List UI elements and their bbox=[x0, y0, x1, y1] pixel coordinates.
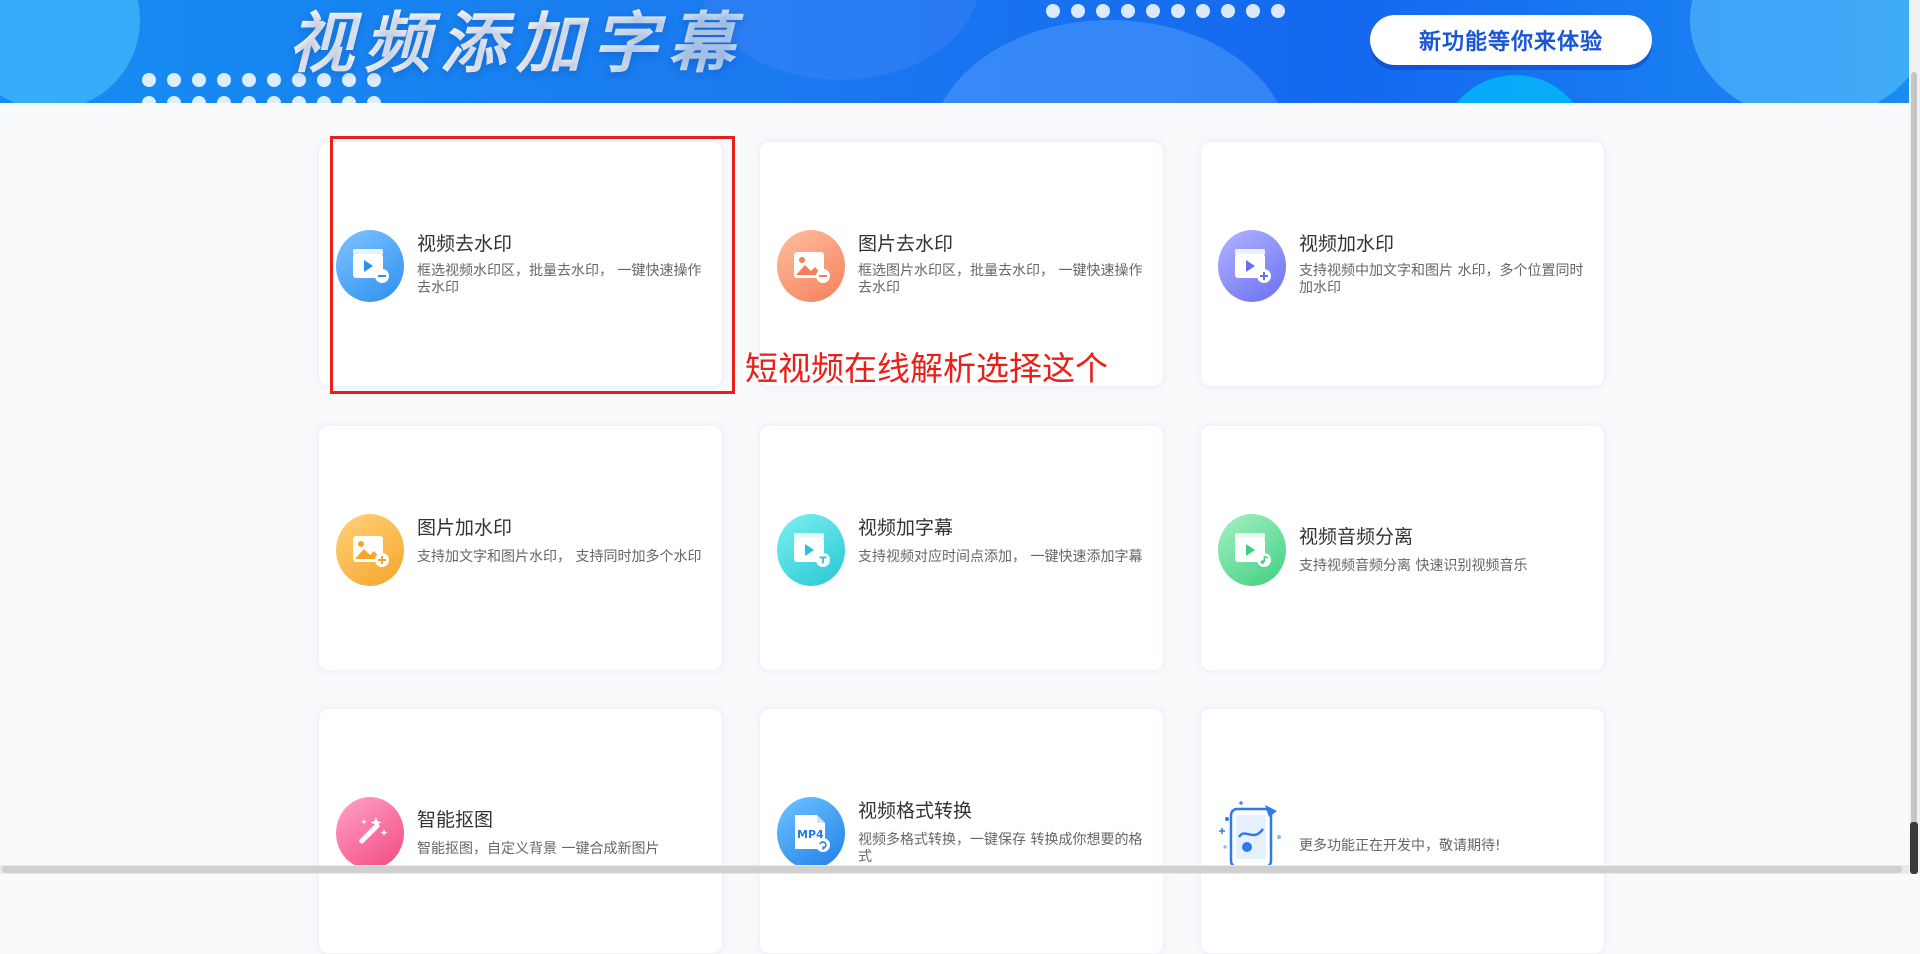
video-music-icon bbox=[1218, 514, 1286, 586]
banner-decor bbox=[0, 0, 140, 103]
mp4-file-icon: MP4 bbox=[777, 797, 845, 869]
card-description: 支持视频对应时间点添加， 一键快速添加字幕 bbox=[858, 549, 1143, 565]
banner-dots bbox=[142, 96, 381, 103]
video-plus-icon bbox=[1218, 230, 1286, 302]
banner-title: 视频添加字幕 bbox=[288, 2, 744, 86]
card-description: 框选视频水印区，批量去水印， 一键快速操作去水印 bbox=[417, 263, 702, 296]
image-plus-icon bbox=[336, 514, 404, 586]
try-new-feature-button[interactable]: 新功能等你来体验 bbox=[1370, 15, 1652, 65]
video-text-icon bbox=[777, 514, 845, 586]
horizontal-scrollbar[interactable] bbox=[0, 865, 1909, 874]
horizontal-scrollbar-thumb[interactable] bbox=[2, 866, 1902, 873]
card-video-format-convert[interactable]: MP4 视频格式转换 视频多格式转换，一键保存 转换成你想要的格式 bbox=[759, 708, 1164, 954]
video-minus-icon bbox=[336, 230, 404, 302]
card-image-add-watermark[interactable]: 图片加水印 支持加文字和图片水印， 支持同时加多个水印 bbox=[318, 425, 723, 671]
card-description: 框选图片水印区，批量去水印， 一键快速操作去水印 bbox=[858, 263, 1143, 296]
card-video-add-subtitle[interactable]: 视频加字幕 支持视频对应时间点添加， 一键快速添加字幕 bbox=[759, 425, 1164, 671]
card-description: 支持加文字和图片水印， 支持同时加多个水印 bbox=[417, 549, 702, 565]
banner-decor bbox=[1440, 75, 1590, 103]
scroll-handle[interactable] bbox=[1910, 822, 1918, 874]
vertical-scrollbar-thumb[interactable] bbox=[1911, 72, 1917, 842]
card-smart-cutout[interactable]: 智能抠图 智能抠图，自定义背景 一键合成新图片 bbox=[318, 708, 723, 954]
banner-dots bbox=[1046, 4, 1285, 18]
phone-illustration-icon bbox=[1217, 797, 1287, 873]
mp4-badge: MP4 bbox=[797, 828, 824, 841]
card-video-remove-watermark[interactable]: 视频去水印 框选视频水印区，批量去水印， 一键快速操作去水印 bbox=[318, 141, 723, 387]
card-title: 视频加水印 bbox=[1299, 233, 1395, 255]
card-title: 视频去水印 bbox=[417, 233, 513, 255]
top-banner: 视频添加字幕 新功能等你来体验 bbox=[0, 0, 1920, 103]
card-video-audio-split[interactable]: 视频音频分离 支持视频音频分离 快速识别视频音乐 bbox=[1200, 425, 1605, 671]
card-title: 图片加水印 bbox=[417, 517, 513, 539]
card-title: 图片去水印 bbox=[858, 233, 954, 255]
annotation-text: 短视频在线解析选择这个 bbox=[745, 349, 1108, 388]
vertical-scrollbar[interactable] bbox=[1909, 0, 1920, 874]
card-title: 视频音频分离 bbox=[1299, 526, 1414, 548]
card-description: 支持视频中加文字和图片 水印，多个位置同时加水印 bbox=[1299, 263, 1584, 296]
banner-decor bbox=[930, 20, 1290, 103]
card-title: 视频格式转换 bbox=[858, 800, 973, 822]
card-description: 支持视频音频分离 快速识别视频音乐 bbox=[1299, 558, 1528, 574]
card-description: 智能抠图，自定义背景 一键合成新图片 bbox=[417, 841, 660, 857]
image-minus-icon bbox=[777, 230, 845, 302]
card-title: 视频加字幕 bbox=[858, 517, 954, 539]
card-description: 视频多格式转换，一键保存 转换成你想要的格式 bbox=[858, 832, 1143, 865]
banner-decor bbox=[1690, 0, 1920, 103]
coming-soon-text: 更多功能正在开发中，敬请期待! bbox=[1299, 838, 1501, 854]
magic-wand-icon bbox=[336, 797, 404, 869]
card-video-add-watermark[interactable]: 视频加水印 支持视频中加文字和图片 水印，多个位置同时加水印 bbox=[1200, 141, 1605, 387]
card-more-features: 更多功能正在开发中，敬请期待! bbox=[1200, 708, 1605, 954]
card-title: 智能抠图 bbox=[417, 809, 494, 831]
